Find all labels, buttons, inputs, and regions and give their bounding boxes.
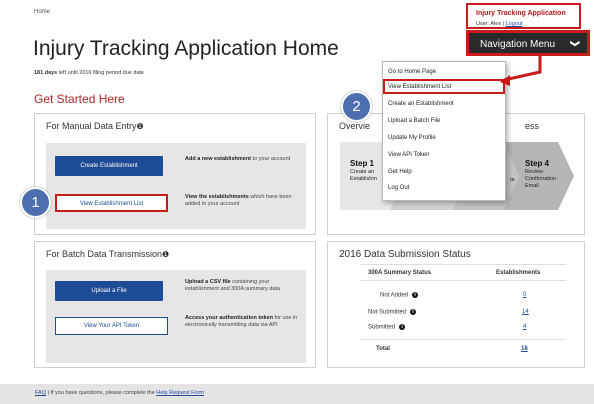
footer-message: | If you have questions, please complete… (46, 390, 157, 396)
menu-item-get-help[interactable]: Get Help (388, 169, 412, 175)
navigation-menu-button[interactable]: Navigation Menu ❯ (466, 30, 590, 56)
menu-item-update-profile[interactable]: Update My Profile (388, 135, 436, 141)
breadcrumb[interactable]: Home (34, 9, 50, 15)
navigation-dropdown: Go to Home Page View Establishment List … (382, 61, 506, 201)
row-not-added: Not Added i (380, 292, 419, 299)
get-started-heading: Get Started Here (34, 92, 125, 106)
submission-status-panel: 2016 Data Submission Status 300A Summary… (327, 241, 585, 368)
callout-1: 1 (20, 187, 51, 218)
view-api-token-button[interactable]: View Your API Token (55, 317, 168, 335)
not-submitted-count-link[interactable]: 14 (522, 309, 529, 315)
manual-entry-panel: For Manual Data Entry❶ Create Establishm… (34, 113, 316, 235)
logout-link[interactable]: Logout (506, 21, 523, 27)
row-not-submitted: Not Submitted i (368, 309, 417, 316)
menu-item-view-establishment-list[interactable]: View Establishment List (388, 84, 451, 90)
menu-item-log-out[interactable]: Log Out (388, 185, 409, 191)
manual-title-text: For Manual Data Entry (46, 121, 137, 131)
footer: FAQ | If you have questions, please comp… (0, 384, 594, 404)
step-4-text: Review Confirmation Email (525, 169, 557, 189)
step-3-fragment: ta (510, 177, 515, 183)
batch-panel-title: For Batch Data Transmission❶ (46, 249, 169, 259)
info-icon[interactable]: i (410, 309, 417, 315)
establishments-col-header: Establishments (496, 270, 541, 276)
menu-item-create-establishment[interactable]: Create an Establishment (388, 101, 454, 107)
api-token-desc: Access your authentication token for use… (185, 315, 298, 328)
user-line: User: Alex | Logout (476, 21, 522, 27)
submitted-count-link[interactable]: 4 (523, 324, 526, 330)
deadline-days: 181 days (34, 70, 58, 76)
navigation-menu-label: Navigation Menu (480, 39, 556, 50)
step-1-text: Create an Establishm (350, 169, 377, 182)
view-establishments-desc: View the establishments which have been … (185, 194, 292, 207)
not-added-count-link[interactable]: 0 (523, 292, 526, 298)
divider (360, 339, 566, 340)
info-icon[interactable]: i (412, 292, 419, 298)
batch-title-text: For Batch Data Transmission (46, 249, 163, 259)
footer-text: FAQ | If you have questions, please comp… (35, 390, 204, 396)
deadline-rest: left until 2016 filing period due date (57, 70, 145, 76)
total-label: Total (376, 346, 390, 352)
app-name: Injury Tracking Application (476, 10, 566, 17)
upload-file-desc: Upload a CSV file containing your establ… (185, 279, 281, 292)
info-icon[interactable]: i (399, 324, 406, 330)
page-title: Injury Tracking Application Home (33, 37, 339, 60)
menu-item-upload-batch[interactable]: Upload a Batch File (388, 118, 440, 124)
step-4: Step 4 Review Confirmation Email (525, 160, 570, 190)
deadline-text: 181 days left until 2016 filing period d… (34, 70, 144, 76)
info-icon[interactable]: ❶ (162, 250, 169, 259)
menu-item-view-api-token[interactable]: View API Token (388, 152, 429, 158)
callout-2: 2 (341, 91, 372, 122)
status-title: 2016 Data Submission Status (339, 249, 471, 260)
divider (360, 264, 566, 265)
upload-file-button[interactable]: Upload a File (55, 281, 163, 301)
row-submitted: Submitted i (368, 324, 406, 331)
info-icon[interactable]: ❶ (137, 122, 144, 131)
separator: | (502, 21, 505, 27)
create-establishment-desc: Add a new establishment to your account (185, 156, 291, 162)
view-establishment-list-button[interactable]: View Establishment List (55, 194, 168, 212)
total-count-link[interactable]: 18 (521, 346, 528, 352)
manual-panel-title: For Manual Data Entry❶ (46, 121, 144, 131)
step-4-title: Step 4 (525, 159, 550, 168)
create-establishment-button[interactable]: Create Establishment (55, 156, 163, 176)
faq-link[interactable]: FAQ (35, 390, 46, 396)
batch-transmission-panel: For Batch Data Transmission❶ Upload a Fi… (34, 241, 316, 368)
divider (360, 280, 566, 281)
help-request-form-link[interactable]: Help Request Form (156, 390, 204, 396)
chevron-down-icon: ❯ (570, 39, 581, 48)
status-col-header: 300A Summary Status (368, 270, 432, 276)
user-label: User: Alex (476, 21, 502, 27)
app-info-box: Injury Tracking Application User: Alex |… (466, 3, 581, 29)
menu-item-home[interactable]: Go to Home Page (388, 69, 436, 75)
